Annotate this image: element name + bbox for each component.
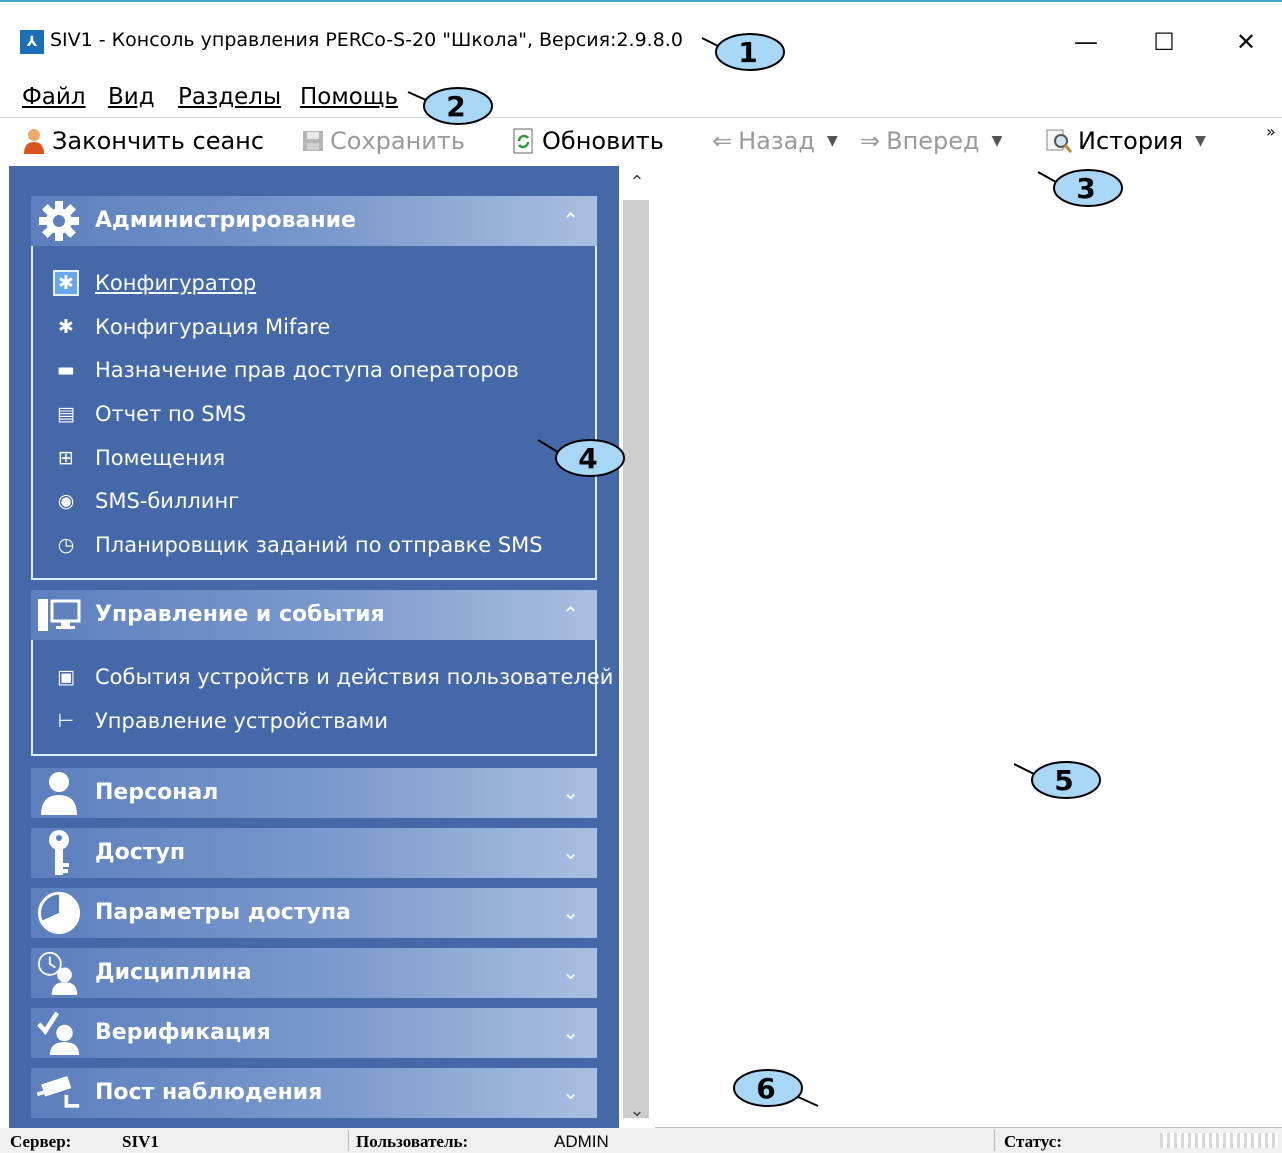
collapse-chevron-icon[interactable]: ⌃	[562, 208, 579, 232]
server-label: Сервер:	[10, 1132, 72, 1151]
nav-item-device-control[interactable]: ⊢ Управление устройствами	[53, 704, 388, 738]
callout-2: 2	[407, 84, 493, 128]
history-button[interactable]: История ▼	[1046, 127, 1206, 155]
group-access-params-header[interactable]: Параметры доступа ⌄	[31, 888, 597, 938]
chevron-down-icon[interactable]: ▼	[1195, 133, 1206, 149]
group-control-events-header[interactable]: Управление и события ⌃	[31, 590, 597, 640]
nav-item-mifare-config[interactable]: ✱ Конфигурация Mifare	[53, 310, 330, 344]
clock-person-icon	[37, 951, 81, 995]
callout-5: 5	[1013, 758, 1101, 802]
collapse-chevron-icon[interactable]: ⌃	[562, 602, 579, 626]
refresh-button[interactable]: Обновить	[512, 127, 664, 155]
chevron-down-icon[interactable]: ▼	[827, 133, 838, 149]
group-personnel-header[interactable]: Персонал ⌄	[31, 768, 597, 818]
magnifier-icon	[1046, 129, 1072, 153]
refresh-icon	[513, 128, 533, 154]
nav-item-sms-scheduler[interactable]: ◷ Планировщик заданий по отправке SMS	[53, 528, 543, 562]
user-exit-icon	[24, 129, 44, 154]
toolbar-overflow-button[interactable]: »	[1266, 122, 1276, 141]
status-progress-bar	[1160, 1133, 1278, 1148]
coins-icon: ◉	[57, 490, 75, 512]
expand-chevron-icon[interactable]: ⌄	[562, 840, 579, 864]
menu-view[interactable]: Вид	[108, 84, 155, 110]
chevron-down-icon[interactable]: ▼	[992, 133, 1003, 149]
arrow-right-icon: ⇒	[860, 127, 881, 155]
callout-1: 1	[701, 30, 785, 74]
minimize-button[interactable]: —	[1058, 20, 1114, 64]
menu-bar: Файл Вид Разделы Помощь	[0, 78, 1282, 118]
nav-item-premises[interactable]: ⊞ Помещения	[53, 441, 225, 475]
nav-scrollbar[interactable]: ⌃ ⌄	[619, 166, 655, 1128]
toolbar: Закончить сеанс Сохранить Обновить ⇐ Наз…	[0, 120, 1282, 166]
content-area	[655, 166, 1282, 1128]
nav-item-sms-report[interactable]: ▤ Отчет по SMS	[53, 397, 246, 431]
maximize-button[interactable]: ☐	[1136, 20, 1192, 64]
menu-file[interactable]: Файл	[22, 84, 86, 110]
expand-chevron-icon[interactable]: ⌄	[562, 1080, 579, 1104]
nav-item-device-events[interactable]: ▣ События устройств и действия пользоват…	[53, 660, 613, 694]
events-icon: ▣	[57, 666, 75, 688]
nav-item-configurator[interactable]: ✱ Конфигуратор	[53, 266, 256, 300]
user-value: ADMIN	[554, 1132, 609, 1151]
close-button[interactable]: ✕	[1218, 20, 1274, 64]
menu-help[interactable]: Помощь	[300, 84, 398, 110]
group-control-events-body: ▣ События устройств и действия пользоват…	[31, 640, 613, 756]
camera-icon	[37, 1071, 81, 1115]
expand-chevron-icon[interactable]: ⌄	[562, 900, 579, 924]
scroll-up-arrow-icon[interactable]: ⌃	[621, 172, 653, 196]
person-icon	[37, 771, 81, 815]
turnstile-icon: ⊢	[57, 710, 75, 732]
expand-chevron-icon[interactable]: ⌄	[562, 780, 579, 804]
floppy-icon	[303, 131, 323, 151]
monitor-key-icon: ▬	[57, 359, 75, 381]
callout-6: 6	[732, 1066, 819, 1110]
key-icon	[37, 830, 81, 875]
callout-4: 4	[537, 436, 625, 480]
arrow-left-icon: ⇐	[712, 127, 733, 155]
scroll-thumb[interactable]	[623, 200, 649, 1118]
nav-item-sms-billing[interactable]: ◉ SMS-биллинг	[53, 484, 240, 518]
group-administration-header[interactable]: Администрирование ⌃	[31, 196, 597, 246]
user-label: Пользователь:	[356, 1132, 469, 1151]
group-access-header[interactable]: Доступ ⌄	[31, 828, 597, 878]
gear-icon: ✱	[58, 316, 74, 338]
expand-chevron-icon[interactable]: ⌄	[562, 960, 579, 984]
group-discipline-header[interactable]: Дисциплина ⌄	[31, 948, 597, 998]
title-bar: ⅄ SIV1 - Консоль управления PERCo-S-20 "…	[0, 0, 1282, 78]
callout-3: 3	[1037, 166, 1123, 210]
expand-chevron-icon[interactable]: ⌄	[562, 1020, 579, 1044]
status-separator	[348, 1130, 349, 1151]
computer-icon	[37, 593, 81, 637]
window-title: SIV1 - Консоль управления PERCo-S-20 "Шк…	[50, 29, 683, 51]
end-session-button[interactable]: Закончить сеанс	[22, 127, 264, 155]
back-button[interactable]: ⇐ Назад ▼	[712, 127, 838, 155]
scheduler-icon: ◷	[57, 534, 75, 556]
status-bar: Сервер: SIV1 Пользователь: ADMIN Статус:	[0, 1128, 1282, 1153]
navigation-panel: Администрирование ⌃ ✱ Конфигуратор ✱ Кон…	[9, 166, 619, 1128]
status-separator	[994, 1130, 995, 1151]
document-icon: ▤	[57, 403, 75, 425]
group-administration-body: ✱ Конфигуратор ✱ Конфигурация Mifare ▬ Н…	[31, 246, 597, 580]
check-person-icon	[37, 1011, 81, 1055]
nav-item-operator-access-rights[interactable]: ▬ Назначение прав доступа операторов	[53, 353, 519, 387]
clock-icon	[37, 891, 81, 935]
status-label: Статус:	[1004, 1132, 1062, 1151]
menu-sections[interactable]: Разделы	[178, 84, 281, 110]
save-button[interactable]: Сохранить	[302, 127, 465, 155]
gear-icon	[37, 199, 81, 243]
scroll-down-arrow-icon[interactable]: ⌄	[621, 1100, 653, 1124]
server-value: SIV1	[122, 1132, 159, 1151]
app-logo-icon: ⅄	[20, 30, 44, 54]
group-observation-post-header[interactable]: Пост наблюдения ⌄	[31, 1068, 597, 1118]
forward-button[interactable]: ⇒ Вперед ▼	[860, 127, 1002, 155]
group-verification-header[interactable]: Верификация ⌄	[31, 1008, 597, 1058]
gear-icon: ✱	[53, 270, 79, 296]
floorplan-icon: ⊞	[58, 447, 74, 469]
